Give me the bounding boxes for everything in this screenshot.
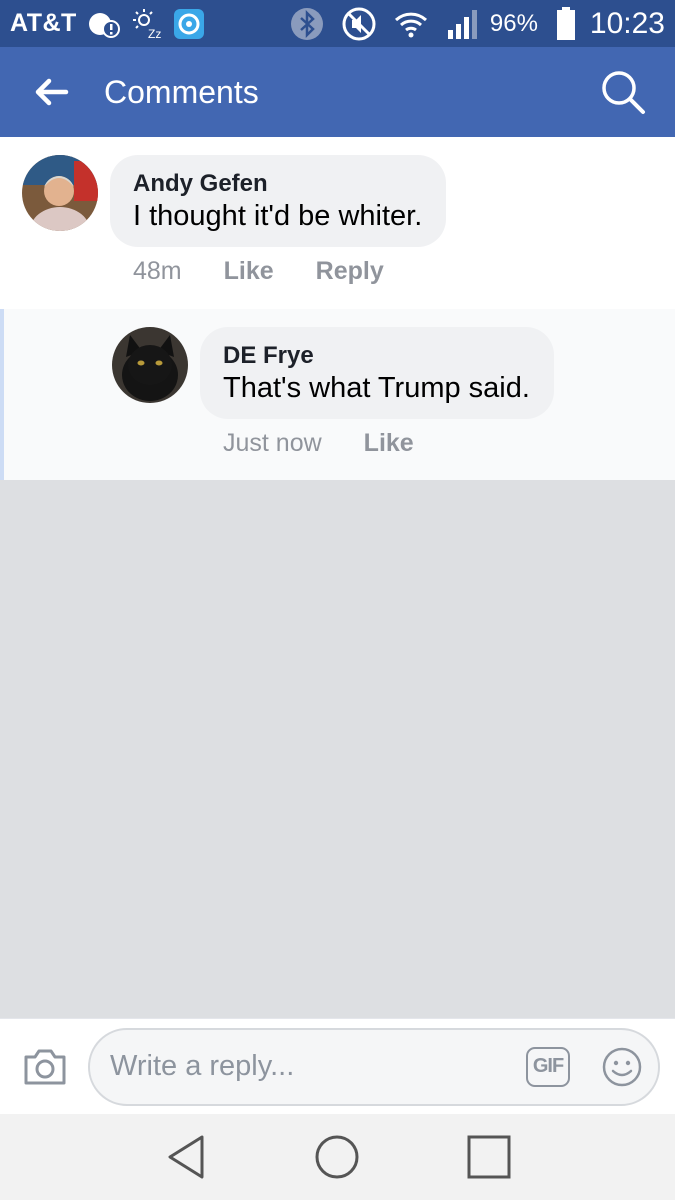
reply-thread: DE Frye That's what Trump said. Just now… (0, 309, 675, 480)
reply-input-wrapper: GIF (88, 1027, 660, 1106)
avatar[interactable] (112, 327, 188, 403)
comment-text: I thought it'd be whiter. (133, 200, 423, 232)
sleep-icon: Zz (131, 8, 163, 40)
android-nav-bar (0, 1114, 675, 1200)
comment-time: 48m (133, 257, 182, 285)
reply-meta: Just now Like (223, 429, 456, 458)
emoji-button[interactable] (600, 1045, 644, 1089)
comment-meta: 48m Like Reply (133, 257, 426, 286)
camera-icon (24, 1049, 66, 1084)
comment-author[interactable]: DE Frye (223, 341, 530, 371)
camera-button[interactable] (20, 1042, 70, 1092)
reply-composer: GIF (0, 1018, 675, 1114)
reply-item: DE Frye That's what Trump said. (112, 327, 554, 419)
comment-item: Andy Gefen I thought it'd be whiter. (22, 155, 447, 247)
search-button[interactable] (593, 62, 653, 122)
comment-bubble[interactable]: DE Frye That's what Trump said. (200, 327, 554, 419)
comments-list: Andy Gefen I thought it'd be whiter. 48m… (0, 137, 675, 480)
nav-recents-button[interactable] (454, 1122, 524, 1192)
like-button[interactable]: Like (364, 429, 414, 458)
app-icon (173, 8, 205, 40)
like-button[interactable]: Like (224, 257, 274, 286)
mute-icon (342, 7, 376, 41)
nav-home-button[interactable] (302, 1122, 372, 1192)
emoji-icon (602, 1047, 642, 1086)
app-header: Comments (0, 47, 675, 137)
recents-square-icon (467, 1135, 511, 1179)
page-title: Comments (104, 73, 259, 110)
search-icon (602, 71, 645, 114)
battery-icon (556, 6, 576, 41)
signal-icon (446, 8, 482, 40)
bluetooth-icon (290, 7, 324, 41)
clock: 10:23 (589, 6, 665, 40)
battery-percent: 96% (489, 9, 538, 37)
comment-author[interactable]: Andy Gefen (133, 169, 422, 199)
svg-text:Zz: Zz (148, 27, 161, 40)
reply-input[interactable] (110, 1050, 526, 1083)
gif-button[interactable]: GIF (526, 1046, 570, 1087)
home-circle-icon (315, 1135, 359, 1179)
avatar[interactable] (22, 155, 98, 231)
reply-button[interactable]: Reply (316, 257, 384, 286)
wifi-icon (394, 10, 428, 38)
comment-text: That's what Trump said. (223, 372, 530, 404)
arrow-left-icon (35, 78, 69, 106)
notification-icon (87, 9, 121, 39)
status-bar: AT&T Zz 96% 10:23 (0, 0, 675, 47)
comment-bubble[interactable]: Andy Gefen I thought it'd be whiter. (110, 155, 447, 247)
reply-time: Just now (223, 429, 322, 457)
back-triangle-icon (168, 1135, 204, 1179)
nav-back-button[interactable] (151, 1122, 221, 1192)
back-button[interactable] (22, 62, 82, 122)
carrier-label: AT&T (10, 9, 77, 37)
